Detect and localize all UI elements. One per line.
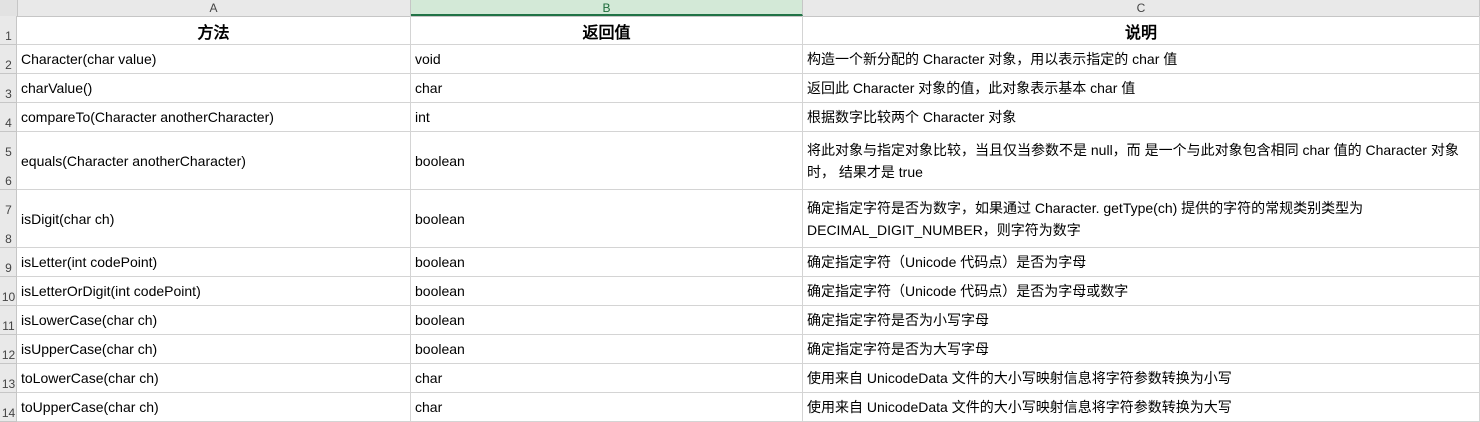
cell-method[interactable]: compareTo(Character anotherCharacter) [17,103,411,132]
cell-return[interactable]: char [411,393,803,422]
cell-method[interactable]: isDigit(char ch) [17,190,411,248]
cell-return[interactable]: boolean [411,335,803,364]
cell-return[interactable]: boolean [411,277,803,306]
cell-method[interactable]: isLowerCase(char ch) [17,306,411,335]
cell-return[interactable]: boolean [411,190,803,248]
row-number: 7 [5,203,12,217]
row-number: 11 [2,319,15,333]
header-cell-method[interactable]: 方法 [17,16,411,45]
cell-return[interactable]: boolean [411,306,803,335]
row-number: 5 [5,145,12,159]
row-header[interactable]: 56 [0,132,17,190]
row-header[interactable]: 13 [0,364,17,393]
cell-desc[interactable]: 将此对象与指定对象比较，当且仅当参数不是 null，而 是一个与此对象包含相同 … [803,132,1480,190]
cell-method[interactable]: Character(char value) [17,45,411,74]
row-number: 10 [1,290,16,304]
row-number: 2 [5,58,12,72]
row-header[interactable]: 3 [0,74,17,103]
cell-desc[interactable]: 确定指定字符是否为大写字母 [803,335,1480,364]
cell-desc[interactable]: 根据数字比较两个 Character 对象 [803,103,1480,132]
row-number: 6 [5,174,12,188]
cell-method[interactable]: toUpperCase(char ch) [17,393,411,422]
row-number: 13 [1,377,16,391]
cell-desc[interactable]: 确定指定字符是否为数字，如果通过 Character. getType(ch) … [803,190,1480,248]
cell-desc[interactable]: 确定指定字符是否为小写字母 [803,306,1480,335]
spreadsheet: A B C 方法 返回值 说明 Character(char value) void 构造… [0,0,1480,422]
cell-method[interactable]: equals(Character anotherCharacter) [17,132,411,190]
header-cell-return[interactable]: 返回值 [411,16,803,45]
cell-return[interactable]: boolean [411,132,803,190]
cell-desc[interactable]: 返回此 Character 对象的值，此对象表示基本 char 值 [803,74,1480,103]
row-header[interactable]: 78 [0,190,17,248]
cell-desc[interactable]: 确定指定字符（Unicode 代码点）是否为字母 [803,248,1480,277]
row-number: 12 [1,348,16,362]
row-number: 9 [5,261,12,275]
cell-return[interactable]: void [411,45,803,74]
row-number: 8 [5,232,12,246]
column-header-a[interactable]: A [17,0,411,16]
column-header-b[interactable]: B [411,0,803,16]
cell-desc[interactable]: 构造一个新分配的 Character 对象，用以表示指定的 char 值 [803,45,1480,74]
cell-method[interactable]: isLetterOrDigit(int codePoint) [17,277,411,306]
row-number: 1 [5,29,12,43]
row-number: 3 [5,87,12,101]
cell-method[interactable]: isLetter(int codePoint) [17,248,411,277]
row-header[interactable]: 4 [0,103,17,132]
row-header[interactable]: 14 [0,393,17,422]
select-all-corner[interactable] [0,0,18,16]
header-cell-desc[interactable]: 说明 [803,16,1480,45]
cell-return[interactable]: boolean [411,248,803,277]
cell-method[interactable]: isUpperCase(char ch) [17,335,411,364]
row-number: 4 [5,116,12,130]
row-header[interactable]: 11 [0,306,17,335]
column-header-c[interactable]: C [803,0,1480,16]
cell-desc[interactable]: 使用来自 UnicodeData 文件的大小写映射信息将字符参数转换为大写 [803,393,1480,422]
row-header[interactable]: 9 [0,248,17,277]
row-header[interactable]: 12 [0,335,17,364]
cell-desc[interactable]: 使用来自 UnicodeData 文件的大小写映射信息将字符参数转换为小写 [803,364,1480,393]
row-number: 14 [1,406,16,420]
cell-return[interactable]: int [411,103,803,132]
row-header[interactable]: 2 [0,45,17,74]
cell-method[interactable]: toLowerCase(char ch) [17,364,411,393]
cell-method[interactable]: charValue() [17,74,411,103]
row-header[interactable]: 1 [0,16,17,45]
cell-return[interactable]: char [411,364,803,393]
cell-return[interactable]: char [411,74,803,103]
row-header[interactable]: 10 [0,277,17,306]
cell-desc[interactable]: 确定指定字符（Unicode 代码点）是否为字母或数字 [803,277,1480,306]
